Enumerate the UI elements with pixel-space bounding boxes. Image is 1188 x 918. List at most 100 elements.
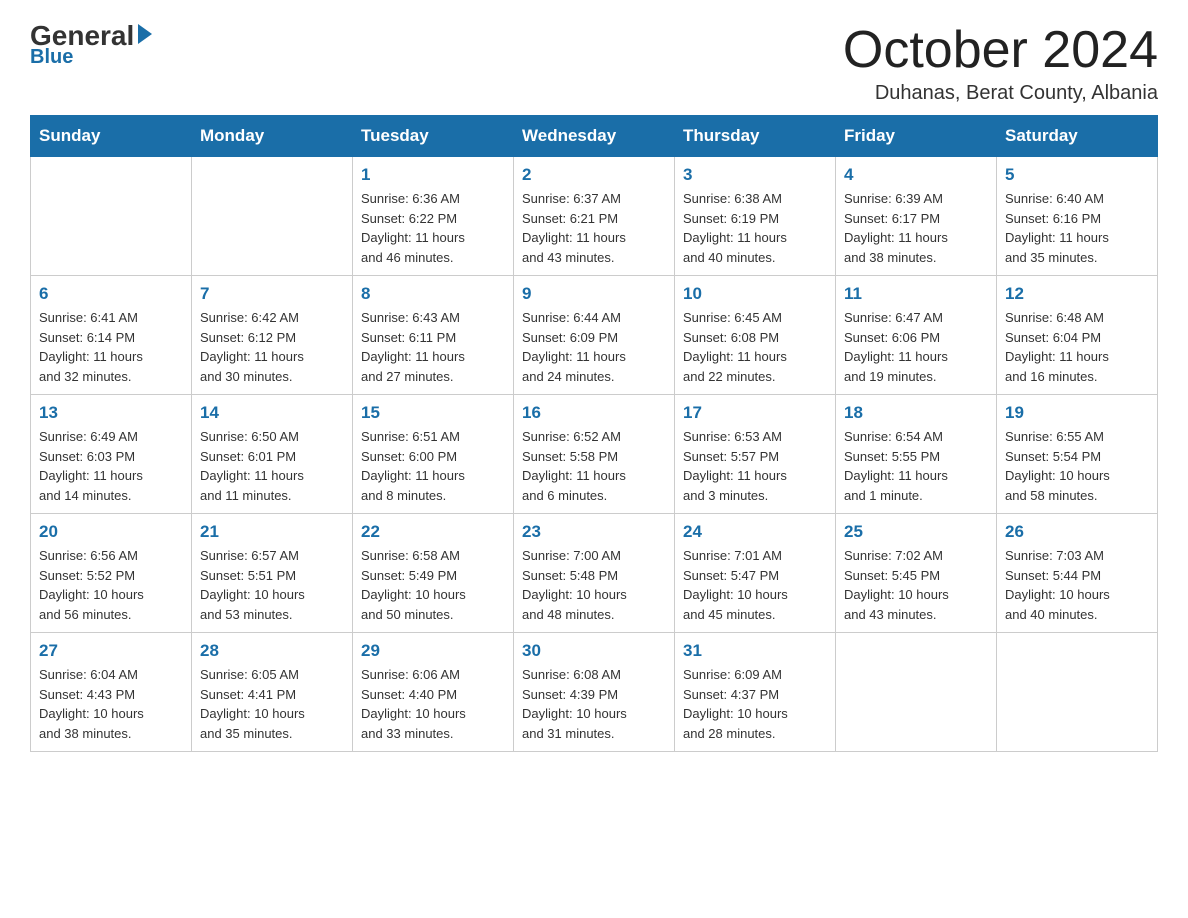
calendar-cell: 13 Sunrise: 6:49 AMSunset: 6:03 PMDayligh… [31,395,192,514]
day-number: 30 [522,641,666,661]
day-info: Sunrise: 6:58 AMSunset: 5:49 PMDaylight:… [361,546,505,624]
day-number: 19 [1005,403,1149,423]
calendar-cell: 12Sunrise: 6:48 AMSunset: 6:04 PMDayligh… [997,276,1158,395]
calendar-cell: 23 Sunrise: 7:00 AMSunset: 5:48 PMDayligh… [514,514,675,633]
calendar-cell: 19 Sunrise: 6:55 AMSunset: 5:54 PMDayligh… [997,395,1158,514]
day-info: Sunrise: 6:45 AMSunset: 6:08 PMDaylight:… [683,308,827,386]
day-number: 7 [200,284,344,304]
day-number: 10 [683,284,827,304]
day-number: 29 [361,641,505,661]
calendar-cell: 10 Sunrise: 6:45 AMSunset: 6:08 PMDayligh… [675,276,836,395]
month-title: October 2024 [843,20,1158,80]
day-info: Sunrise: 6:52 AMSunset: 5:58 PMDaylight:… [522,427,666,505]
calendar-cell: 29 Sunrise: 6:06 AMSunset: 4:40 PMDayligh… [353,633,514,752]
calendar-cell: 25 Sunrise: 7:02 AMSunset: 5:45 PMDayligh… [836,514,997,633]
day-number: 5 [1005,165,1149,185]
day-info: Sunrise: 6:48 AMSunset: 6:04 PMDaylight:… [1005,308,1149,386]
calendar-cell: 28 Sunrise: 6:05 AMSunset: 4:41 PMDayligh… [192,633,353,752]
day-info: Sunrise: 6:43 AMSunset: 6:11 PMDaylight:… [361,308,505,386]
calendar-header-row: SundayMondayTuesdayWednesdayThursdayFrid… [31,116,1158,157]
logo-arrow-icon [138,24,152,44]
calendar-cell: 20 Sunrise: 6:56 AMSunset: 5:52 PMDayligh… [31,514,192,633]
calendar-header-saturday: Saturday [997,116,1158,157]
calendar: SundayMondayTuesdayWednesdayThursdayFrid… [30,115,1158,752]
calendar-cell: 24 Sunrise: 7:01 AMSunset: 5:47 PMDayligh… [675,514,836,633]
day-number: 2 [522,165,666,185]
day-info: Sunrise: 6:49 AMSunset: 6:03 PMDaylight:… [39,427,183,505]
day-info: Sunrise: 6:56 AMSunset: 5:52 PMDaylight:… [39,546,183,624]
day-info: Sunrise: 6:37 AMSunset: 6:21 PMDaylight:… [522,189,666,267]
day-info: Sunrise: 6:51 AMSunset: 6:00 PMDaylight:… [361,427,505,505]
day-info: Sunrise: 6:54 AMSunset: 5:55 PMDaylight:… [844,427,988,505]
day-number: 28 [200,641,344,661]
calendar-cell: 26 Sunrise: 7:03 AMSunset: 5:44 PMDayligh… [997,514,1158,633]
day-number: 20 [39,522,183,542]
calendar-cell: 6 Sunrise: 6:41 AMSunset: 6:14 PMDaylight… [31,276,192,395]
day-number: 14 [200,403,344,423]
calendar-cell [31,157,192,276]
calendar-cell: 4Sunrise: 6:39 AMSunset: 6:17 PMDaylight… [836,157,997,276]
calendar-header-sunday: Sunday [31,116,192,157]
day-info: Sunrise: 6:04 AMSunset: 4:43 PMDaylight:… [39,665,183,743]
day-info: Sunrise: 7:00 AMSunset: 5:48 PMDaylight:… [522,546,666,624]
calendar-cell [836,633,997,752]
day-number: 15 [361,403,505,423]
day-number: 8 [361,284,505,304]
calendar-header-friday: Friday [836,116,997,157]
calendar-header-tuesday: Tuesday [353,116,514,157]
day-info: Sunrise: 7:03 AMSunset: 5:44 PMDaylight:… [1005,546,1149,624]
calendar-cell [997,633,1158,752]
calendar-cell: 15 Sunrise: 6:51 AMSunset: 6:00 PMDayligh… [353,395,514,514]
day-info: Sunrise: 6:38 AMSunset: 6:19 PMDaylight:… [683,189,827,267]
day-number: 3 [683,165,827,185]
calendar-cell: 2 Sunrise: 6:37 AMSunset: 6:21 PMDaylight… [514,157,675,276]
calendar-cell: 31 Sunrise: 6:09 AMSunset: 4:37 PMDayligh… [675,633,836,752]
day-number: 21 [200,522,344,542]
day-info: Sunrise: 7:01 AMSunset: 5:47 PMDaylight:… [683,546,827,624]
calendar-header-monday: Monday [192,116,353,157]
day-number: 11 [844,284,988,304]
day-number: 31 [683,641,827,661]
day-info: Sunrise: 6:44 AMSunset: 6:09 PMDaylight:… [522,308,666,386]
day-info: Sunrise: 6:42 AMSunset: 6:12 PMDaylight:… [200,308,344,386]
location: Duhanas, Berat County, Albania [843,82,1158,105]
calendar-cell: 27 Sunrise: 6:04 AMSunset: 4:43 PMDayligh… [31,633,192,752]
day-number: 4 [844,165,988,185]
day-number: 13 [39,403,183,423]
calendar-cell: 11 Sunrise: 6:47 AMSunset: 6:06 PMDayligh… [836,276,997,395]
calendar-week-row: 20 Sunrise: 6:56 AMSunset: 5:52 PMDayligh… [31,514,1158,633]
day-info: Sunrise: 6:06 AMSunset: 4:40 PMDaylight:… [361,665,505,743]
calendar-cell: 9 Sunrise: 6:44 AMSunset: 6:09 PMDaylight… [514,276,675,395]
calendar-cell: 17Sunrise: 6:53 AMSunset: 5:57 PMDayligh… [675,395,836,514]
day-number: 23 [522,522,666,542]
day-number: 24 [683,522,827,542]
day-info: Sunrise: 6:57 AMSunset: 5:51 PMDaylight:… [200,546,344,624]
day-info: Sunrise: 6:09 AMSunset: 4:37 PMDaylight:… [683,665,827,743]
calendar-cell [192,157,353,276]
day-info: Sunrise: 6:41 AMSunset: 6:14 PMDaylight:… [39,308,183,386]
calendar-cell: 1 Sunrise: 6:36 AMSunset: 6:22 PMDaylight… [353,157,514,276]
calendar-cell: 14Sunrise: 6:50 AMSunset: 6:01 PMDayligh… [192,395,353,514]
calendar-week-row: 1 Sunrise: 6:36 AMSunset: 6:22 PMDaylight… [31,157,1158,276]
calendar-cell: 5Sunrise: 6:40 AMSunset: 6:16 PMDaylight… [997,157,1158,276]
calendar-cell: 18 Sunrise: 6:54 AMSunset: 5:55 PMDayligh… [836,395,997,514]
day-number: 1 [361,165,505,185]
day-number: 25 [844,522,988,542]
day-info: Sunrise: 6:05 AMSunset: 4:41 PMDaylight:… [200,665,344,743]
day-number: 27 [39,641,183,661]
day-number: 9 [522,284,666,304]
day-number: 18 [844,403,988,423]
calendar-header-wednesday: Wednesday [514,116,675,157]
day-number: 26 [1005,522,1149,542]
day-info: Sunrise: 6:47 AMSunset: 6:06 PMDaylight:… [844,308,988,386]
day-number: 17 [683,403,827,423]
logo-blue: Blue [30,46,73,69]
calendar-cell: 30 Sunrise: 6:08 AMSunset: 4:39 PMDayligh… [514,633,675,752]
day-number: 6 [39,284,183,304]
day-info: Sunrise: 6:36 AMSunset: 6:22 PMDaylight:… [361,189,505,267]
day-info: Sunrise: 6:55 AMSunset: 5:54 PMDaylight:… [1005,427,1149,505]
calendar-cell: 16Sunrise: 6:52 AMSunset: 5:58 PMDayligh… [514,395,675,514]
day-info: Sunrise: 6:08 AMSunset: 4:39 PMDaylight:… [522,665,666,743]
day-info: Sunrise: 7:02 AMSunset: 5:45 PMDaylight:… [844,546,988,624]
calendar-cell: 22Sunrise: 6:58 AMSunset: 5:49 PMDayligh… [353,514,514,633]
